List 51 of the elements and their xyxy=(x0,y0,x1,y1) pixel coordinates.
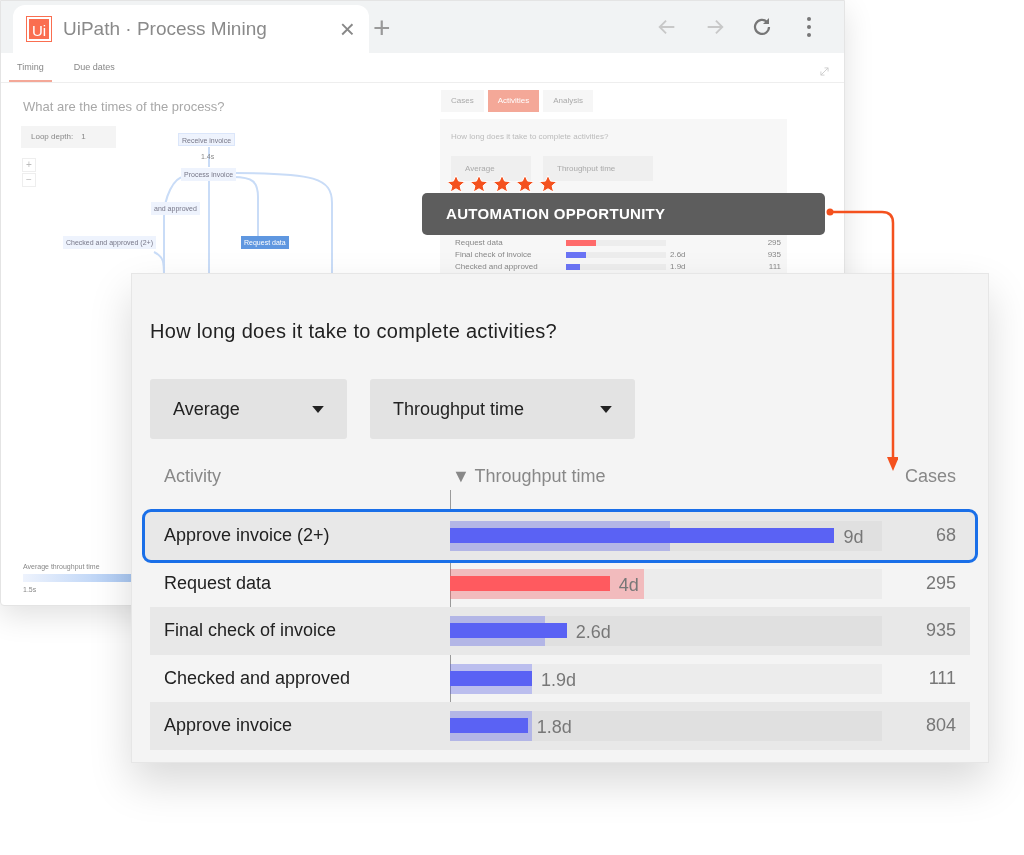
case-count: 68 xyxy=(934,524,957,548)
select-dropdown[interactable]: Throughput time xyxy=(370,379,635,439)
activity-name: Approve invoice xyxy=(163,714,294,738)
duration-value: 4d xyxy=(618,573,639,597)
tab-title: UiPath · Process Mining xyxy=(63,16,268,41)
activity-row[interactable]: Request data 4d 295 xyxy=(150,559,970,607)
case-count: 111 xyxy=(927,666,957,690)
panel-row-value: 2.6d xyxy=(670,249,686,261)
question: What are the times of the process? xyxy=(23,98,225,116)
case-count: 295 xyxy=(924,571,957,595)
activity-name: Final check of invoice xyxy=(163,619,338,643)
dropdown-label: Loop depth: xyxy=(31,131,74,143)
panel-dropdown[interactable]: Throughput time xyxy=(543,156,653,181)
activity-name: Request data xyxy=(163,571,273,595)
panel-row-value: 1.9d xyxy=(670,261,686,273)
dropdown-value: 1 xyxy=(81,131,86,143)
activity-row[interactable]: Checked and approved 1.9d 111 xyxy=(150,654,970,702)
activity-row[interactable]: Final check of invoice 2.6d 935 xyxy=(150,607,970,655)
browser-tab[interactable]: Ui UiPath · Process Mining × xyxy=(13,5,369,53)
loop-dropdown[interactable]: Loop depth: 1 xyxy=(21,126,116,148)
select-dropdown[interactable]: Average xyxy=(150,379,347,439)
panel-row-label: Final check of invoice xyxy=(454,249,533,261)
panel-tab[interactable]: Analysis xyxy=(543,90,594,112)
column-header: Activity xyxy=(163,465,222,488)
activity-row[interactable]: Approve invoice (2+) 9d 68 xyxy=(145,512,975,560)
panel-row-label: Checked and approved xyxy=(454,261,539,273)
zoom-out-button[interactable]: − xyxy=(22,173,36,187)
automation-banner: AUTOMATION OPPORTUNITY xyxy=(422,193,825,235)
activity-row[interactable]: Approve invoice 1.8d 804 xyxy=(150,702,970,750)
activity-name: Approve invoice (2+) xyxy=(163,524,331,548)
panel-row-cases: 111 xyxy=(767,261,781,273)
sub-tab[interactable]: Due dates xyxy=(65,60,123,82)
duration-value: 9d xyxy=(843,526,864,549)
new-tab-button[interactable]: + xyxy=(373,13,391,43)
duration-value: 2.6d xyxy=(575,621,611,644)
column-header[interactable]: ▼ Throughput time xyxy=(450,463,890,490)
panel-dropdown[interactable]: Average xyxy=(451,156,531,181)
close-button[interactable]: × xyxy=(339,16,355,42)
sub-tab[interactable]: Timing xyxy=(9,60,52,82)
panel-row-cases: 935 xyxy=(766,249,781,261)
panel-row-label: Request data xyxy=(454,237,504,249)
activity-name: Checked and approved xyxy=(163,666,352,690)
case-count: 935 xyxy=(924,619,957,643)
panel-tab[interactable]: Cases xyxy=(441,90,484,112)
card-question: How long does it take to complete activities? xyxy=(150,319,559,344)
column-header: Cases xyxy=(903,465,957,488)
panel-row-cases: 295 xyxy=(766,237,781,249)
case-count: 804 xyxy=(924,714,957,738)
logo: Ui xyxy=(27,17,51,41)
duration-value: 1.8d xyxy=(536,716,572,739)
duration-value: 1.9d xyxy=(541,668,577,692)
